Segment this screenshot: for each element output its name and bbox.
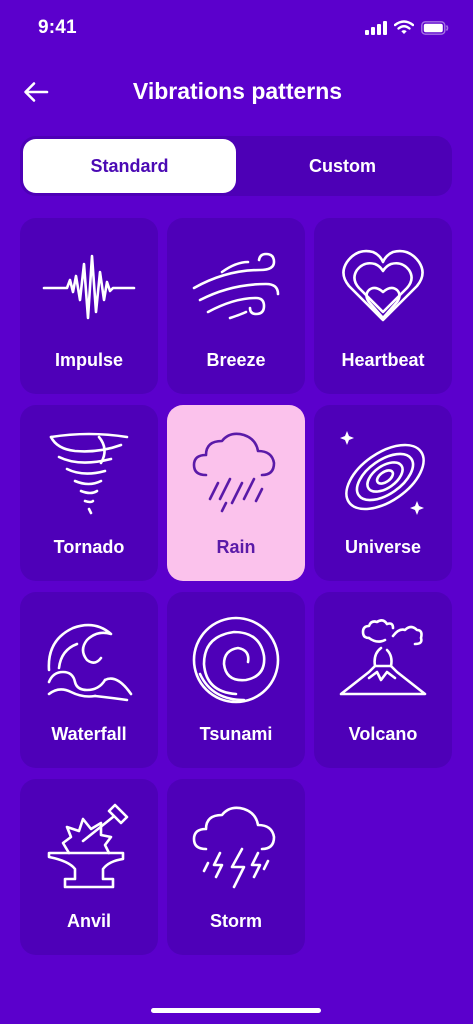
pattern-tile-storm[interactable]: Storm xyxy=(167,779,305,955)
segmented-control: Standard Custom xyxy=(20,136,452,196)
battery-icon xyxy=(421,20,449,35)
home-indicator xyxy=(151,1008,321,1013)
pattern-label: Breeze xyxy=(206,350,266,370)
pattern-tile-tornado[interactable]: Tornado xyxy=(20,405,158,581)
signal-icon xyxy=(365,20,387,35)
pattern-label: Anvil xyxy=(66,911,111,931)
pattern-tile-universe[interactable]: Universe xyxy=(314,405,452,581)
tab-custom[interactable]: Custom xyxy=(236,139,449,193)
pattern-tile-volcano[interactable]: Volcano xyxy=(314,592,452,768)
impulse-icon xyxy=(39,236,139,336)
pattern-label: Tornado xyxy=(53,537,125,557)
header: Vibrations patterns xyxy=(0,66,473,118)
pattern-label: Storm xyxy=(209,911,262,931)
wifi-icon xyxy=(394,20,414,35)
tornado-icon xyxy=(39,423,139,523)
pattern-label: Volcano xyxy=(348,724,418,744)
storm-icon xyxy=(186,797,286,897)
pattern-tile-anvil[interactable]: Anvil xyxy=(20,779,158,955)
status-bar: 9:41 xyxy=(0,0,473,60)
breeze-icon xyxy=(186,236,286,336)
pattern-tile-waterfall[interactable]: Waterfall xyxy=(20,592,158,768)
pattern-label: Waterfall xyxy=(51,724,127,744)
tsunami-icon xyxy=(186,610,286,710)
rain-icon xyxy=(186,423,286,523)
waterfall-icon xyxy=(39,610,139,710)
pattern-tile-breeze[interactable]: Breeze xyxy=(167,218,305,394)
pattern-tile-heartbeat[interactable]: Heartbeat xyxy=(314,218,452,394)
anvil-icon xyxy=(39,797,139,897)
pattern-tile-rain[interactable]: Rain xyxy=(167,405,305,581)
pattern-label: Heartbeat xyxy=(341,350,425,370)
tab-standard[interactable]: Standard xyxy=(23,139,236,193)
pattern-tile-impulse[interactable]: Impulse xyxy=(20,218,158,394)
heartbeat-icon xyxy=(333,236,433,336)
pattern-label: Universe xyxy=(344,537,422,557)
status-icons xyxy=(365,20,449,35)
pattern-label: Impulse xyxy=(54,350,124,370)
universe-icon xyxy=(333,423,433,523)
status-time: 9:41 xyxy=(38,17,77,38)
page-title: Vibrations patterns xyxy=(132,78,343,104)
pattern-label: Rain xyxy=(216,537,256,557)
volcano-icon xyxy=(333,610,433,710)
pattern-tile-tsunami[interactable]: Tsunami xyxy=(167,592,305,768)
pattern-label: Tsunami xyxy=(199,724,273,744)
